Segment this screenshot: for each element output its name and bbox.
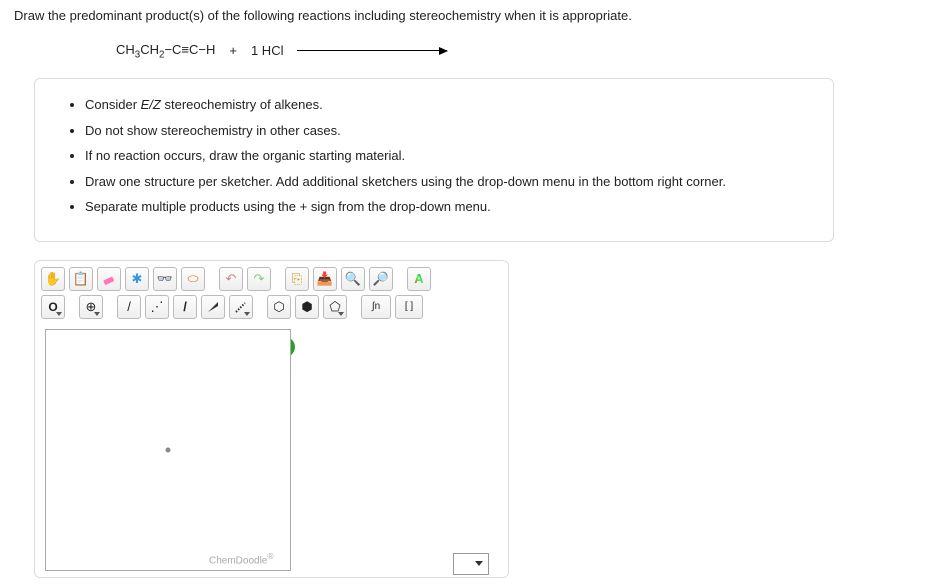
hand-icon: ✋	[45, 271, 61, 287]
hashed-bond-button[interactable]	[229, 295, 253, 319]
chain-button[interactable]: ∫n	[361, 295, 391, 319]
add-sketcher-dropdown[interactable]	[453, 553, 489, 575]
hint-item: Do not show stereochemistry in other cas…	[85, 121, 813, 141]
charge-picker-button[interactable]: ⊕	[79, 295, 103, 319]
view-button[interactable]: 👓	[153, 267, 177, 291]
bracket-button[interactable]: [ ]	[395, 295, 423, 319]
toolbar-row-1: ✋ 📋 ✱ 👓 ⬭ ↶ ↷ ⎘ 📥 🔍 🔎 A	[41, 267, 502, 291]
clipboard-icon: 📋	[73, 271, 89, 287]
hash-icon	[233, 299, 249, 315]
hint-item: If no reaction occurs, draw the organic …	[85, 146, 813, 166]
recessed-bond-button[interactable]: ⋰	[145, 295, 169, 319]
recessed-bond-icon: ⋰	[151, 299, 164, 315]
question-prompt: Draw the predominant product(s) of the f…	[14, 6, 912, 26]
zoom-out-icon: 🔎	[373, 271, 389, 287]
plus-sign: +	[229, 43, 237, 58]
hand-tool-button[interactable]: ✋	[41, 267, 65, 291]
chemdoodle-watermark: ChemDoodle®	[209, 551, 274, 566]
reactant-formula: CH3CH2−C≡C−H	[116, 42, 215, 61]
hint-item: Separate multiple products using the + s…	[85, 197, 813, 217]
center-button[interactable]: ✱	[125, 267, 149, 291]
wedge-bond-button[interactable]	[201, 295, 225, 319]
bold-bond-icon: /	[183, 299, 187, 314]
hints-box: Consider E/Z stereochemistry of alkenes.…	[34, 78, 834, 242]
reaction-equation: CH3CH2−C≡C−H + 1 HCl	[116, 42, 912, 61]
canvas-area: ? ChemDoodle®	[41, 329, 502, 571]
copy-icon: ⎘	[292, 271, 302, 287]
single-bond-icon: /	[127, 299, 131, 314]
undo-icon: ↶	[226, 271, 237, 287]
zoom-in-icon: 🔍	[345, 271, 361, 287]
zoom-out-button[interactable]: 🔎	[369, 267, 393, 291]
benzene-button[interactable]: ⬢	[295, 295, 319, 319]
toolbar-row-2: O ⊕ / ⋰ / ⬡ ⬢ ⬠ ∫n [ ]	[41, 295, 502, 319]
lasso-button[interactable]: ⬭	[181, 267, 205, 291]
reaction-arrow	[297, 50, 447, 51]
benzene-icon: ⬢	[301, 299, 312, 315]
redo-button[interactable]: ↷	[247, 267, 271, 291]
single-bond-button[interactable]: /	[117, 295, 141, 319]
undo-button[interactable]: ↶	[219, 267, 243, 291]
cyclopentane-button[interactable]: ⬠	[323, 295, 347, 319]
glasses-icon: 👓	[157, 271, 173, 287]
hexagon-icon: ⬡	[273, 299, 284, 315]
paste-icon: 📥	[317, 271, 333, 287]
copy-button[interactable]: ⎘	[285, 267, 309, 291]
clipboard-button[interactable]: 📋	[69, 267, 93, 291]
bracket-icon: [ ]	[405, 301, 413, 312]
cyclohexane-button[interactable]: ⬡	[267, 295, 291, 319]
paste-button[interactable]: 📥	[313, 267, 337, 291]
hints-list: Consider E/Z stereochemistry of alkenes.…	[55, 95, 813, 217]
reagent-formula: 1 HCl	[251, 43, 284, 58]
molecule-sketcher: ✋ 📋 ✱ 👓 ⬭ ↶ ↷ ⎘ 📥 🔍 🔎 A O ⊕ / ⋰ / ⬡	[34, 260, 509, 578]
wedge-icon	[205, 299, 221, 315]
element-picker-button[interactable]: O	[41, 295, 65, 319]
pentagon-icon: ⬠	[329, 299, 340, 315]
chain-icon: ∫n	[372, 301, 380, 312]
hint-item: Consider E/Z stereochemistry of alkenes.	[85, 95, 813, 115]
style-button[interactable]: A	[407, 267, 431, 291]
lasso-icon: ⬭	[187, 271, 198, 287]
asterisk-icon: ✱	[132, 271, 143, 287]
plus-charge-icon: ⊕	[86, 299, 97, 315]
hint-item: Draw one structure per sketcher. Add add…	[85, 172, 813, 192]
drawing-canvas[interactable]	[45, 329, 291, 571]
style-icon: A	[414, 271, 423, 286]
redo-icon: ↷	[254, 271, 265, 287]
zoom-in-button[interactable]: 🔍	[341, 267, 365, 291]
canvas-seed-atom[interactable]	[166, 447, 171, 452]
eraser-button[interactable]	[97, 267, 121, 291]
oxygen-element-label: O	[48, 300, 57, 314]
bold-bond-button[interactable]: /	[173, 295, 197, 319]
eraser-icon	[101, 271, 117, 287]
